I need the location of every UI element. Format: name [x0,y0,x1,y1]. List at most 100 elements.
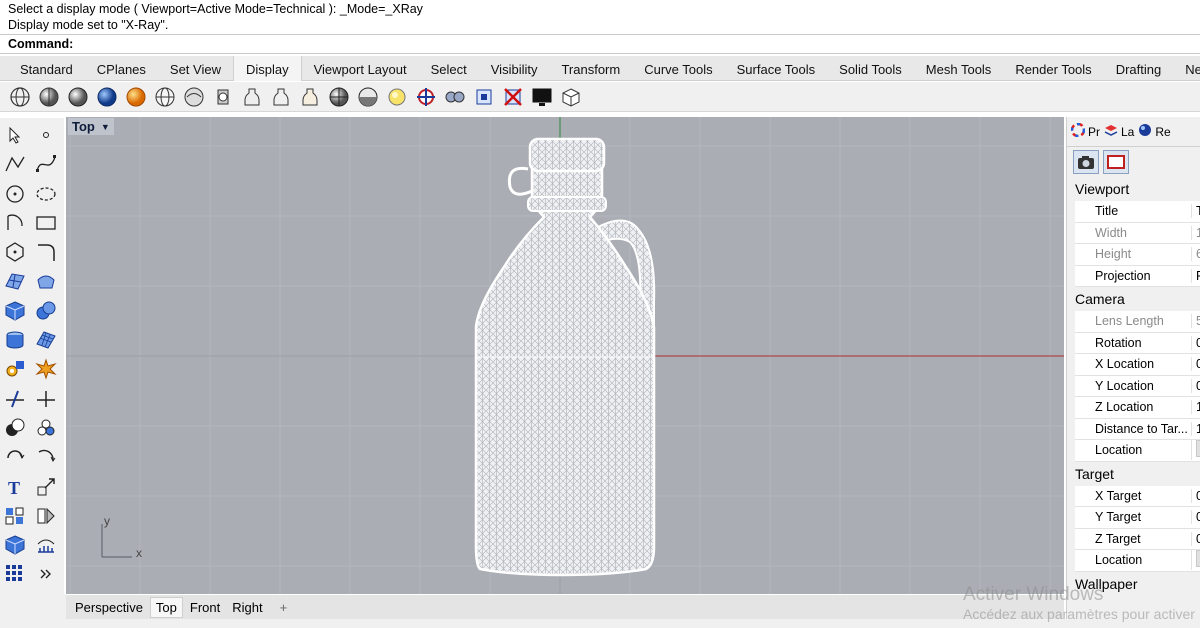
shaded-mode-icon[interactable] [37,85,61,109]
sphere-grid-icon[interactable] [327,85,351,109]
property-row[interactable]: Rotation 0 [1075,332,1200,354]
fillet-curve-icon[interactable] [33,239,59,265]
property-value[interactable]: P [1191,268,1200,283]
panel-tab-re[interactable]: Re [1138,123,1171,140]
rectangle-icon[interactable] [33,210,59,236]
property-row[interactable]: Title To [1075,201,1200,223]
property-value[interactable]: 1 [1191,421,1200,436]
viewport-tab-perspective[interactable]: Perspective [70,598,148,617]
wireframe-mode-icon[interactable] [8,85,32,109]
polyline-icon[interactable] [2,151,28,177]
property-row[interactable]: Z Location 1 [1075,397,1200,419]
dimension-icon[interactable] [33,532,59,558]
tab-solid-tools[interactable]: Solid Tools [827,56,914,81]
tab-cplanes[interactable]: CPlanes [85,56,158,81]
curve-icon[interactable] [33,151,59,177]
layout-grid-icon[interactable] [2,561,28,587]
box-solid-icon[interactable] [2,298,28,324]
spheres-solid-icon[interactable] [33,298,59,324]
property-value[interactable]: 0 [1191,488,1200,503]
property-row[interactable]: Location [1075,550,1200,572]
ellipse-icon[interactable] [33,181,59,207]
property-row[interactable]: X Target 0 [1075,485,1200,507]
array-icon[interactable] [2,503,28,529]
trim-icon[interactable] [2,386,28,412]
add-viewport-tab-button[interactable]: + [280,600,288,615]
ghosted-mode-icon[interactable] [95,85,119,109]
polygon-icon[interactable] [2,239,28,265]
property-value[interactable]: 5 [1191,314,1200,329]
property-row[interactable]: Y Target 0 [1075,507,1200,529]
sphere-silhouette-icon[interactable] [356,85,380,109]
panel-tab-la[interactable]: La [1104,123,1134,140]
tab-curve-tools[interactable]: Curve Tools [632,56,724,81]
extrude-surface-icon[interactable] [33,268,59,294]
location-pick-button[interactable] [1196,440,1200,458]
more-tools-chevron-icon[interactable] [33,561,59,587]
explode-icon[interactable] [33,356,59,382]
technical-mode-icon[interactable] [153,85,177,109]
rotate-3d-icon[interactable] [33,444,59,470]
property-row[interactable]: Y Location 0 [1075,375,1200,397]
mesh-icon[interactable] [33,327,59,353]
property-value[interactable]: 0 [1191,335,1200,350]
tab-display[interactable]: Display [232,56,302,81]
tab-surface-tools[interactable]: Surface Tools [725,56,828,81]
camera-icon[interactable] [443,85,467,109]
split-icon[interactable] [33,386,59,412]
cube-icon[interactable] [559,85,583,109]
location-pick-button[interactable] [1196,550,1200,568]
property-value[interactable]: 0 [1191,378,1200,393]
arc-icon[interactable] [2,210,28,236]
tab-select[interactable]: Select [419,56,479,81]
clipping-plane-icon[interactable] [472,85,496,109]
tab-drafting[interactable]: Drafting [1104,56,1174,81]
block-icon[interactable] [2,532,28,558]
viewport-tab-top[interactable]: Top [149,596,183,618]
property-value[interactable]: To [1191,204,1200,219]
camera-properties-icon[interactable] [1073,150,1099,174]
mirror-icon[interactable] [33,503,59,529]
property-row[interactable]: X Location 0 [1075,354,1200,376]
monitor-icon[interactable] [530,85,554,109]
viewport-canvas[interactable]: y x [66,117,1064,594]
surface-icon[interactable] [2,268,28,294]
command-prompt[interactable]: Command: [0,34,1200,54]
tab-set-view[interactable]: Set View [158,56,233,81]
property-row[interactable]: Width 1 [1075,222,1200,244]
bottle-wireframe[interactable] [474,137,656,577]
boolean-union-icon[interactable] [2,415,28,441]
property-row[interactable]: Projection P [1075,265,1200,287]
property-row[interactable]: Height 6 [1075,244,1200,266]
point-icon[interactable] [33,122,59,148]
property-value[interactable]: 6 [1191,247,1200,262]
tab-viewport-layout[interactable]: Viewport Layout [302,56,419,81]
bottle-wire-icon[interactable] [269,85,293,109]
viewport-title-dropdown[interactable]: Top ▼ [68,118,114,135]
panel-tab-pr[interactable]: Pr [1070,122,1100,140]
bottle-ghost-icon[interactable] [298,85,322,109]
property-row[interactable]: Location [1075,440,1200,462]
viewport-tab-front[interactable]: Front [185,598,225,617]
text-icon[interactable]: T [2,474,28,500]
property-value[interactable]: 0 [1191,357,1200,372]
property-row[interactable]: Distance to Tar...1 [1075,418,1200,440]
rotate-icon[interactable] [2,444,28,470]
select-arrow-icon[interactable] [2,122,28,148]
property-value[interactable]: 1 [1191,225,1200,240]
crosshair-icon[interactable] [414,85,438,109]
tab-render-tools[interactable]: Render Tools [1003,56,1103,81]
top-viewport[interactable]: y x Top ▼ [66,117,1064,594]
property-row[interactable]: Lens Length 5 [1075,311,1200,333]
tab-new[interactable]: New [1173,56,1200,81]
xray-mode-icon[interactable] [124,85,148,109]
tab-standard[interactable]: Standard [8,56,85,81]
circle-icon[interactable] [2,181,28,207]
property-value[interactable]: 1 [1191,400,1200,415]
pen-mode-icon[interactable] [211,85,235,109]
property-value[interactable]: 0 [1191,510,1200,525]
group-objects-icon[interactable] [33,415,59,441]
rendered-mode-icon[interactable] [66,85,90,109]
tab-visibility[interactable]: Visibility [479,56,550,81]
artistic-mode-icon[interactable] [182,85,206,109]
